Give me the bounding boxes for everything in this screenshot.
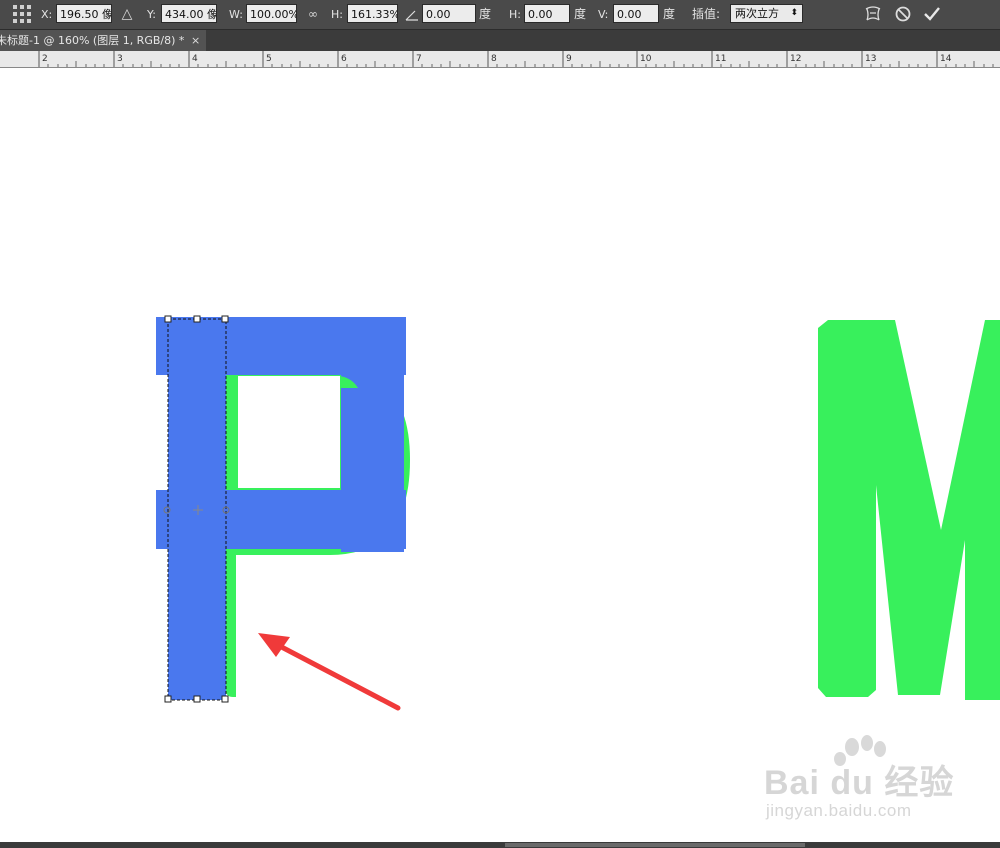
watermark-url: jingyan.baidu.com	[766, 801, 912, 820]
warp-icon[interactable]	[864, 0, 882, 29]
status-scrollbar-thumb[interactable]	[505, 843, 805, 847]
interp-label: 插值:	[692, 7, 721, 21]
link-icon[interactable]: ∞	[305, 0, 321, 29]
document-tab[interactable]: 未标题-1 @ 160% (图层 1, RGB/8) * ×	[0, 30, 206, 51]
ruler-label: 14	[940, 54, 952, 64]
ruler-label: 6	[341, 54, 347, 64]
ruler-label: 4	[192, 54, 198, 64]
red-arrow	[258, 633, 401, 711]
h-label: H:	[331, 8, 343, 21]
chevron-updown-icon: ⬍	[790, 8, 798, 18]
cancel-icon[interactable]	[895, 0, 913, 29]
skew-v-field[interactable]: 0.00	[613, 4, 659, 23]
y-field[interactable]: 434.00 像	[161, 4, 217, 23]
reference-point-grid-icon[interactable]	[12, 0, 34, 29]
ruler-label: 5	[266, 54, 272, 64]
skew-h-field[interactable]: 0.00	[524, 4, 570, 23]
green-letter-m	[818, 320, 1000, 700]
ruler-label: 9	[566, 54, 572, 64]
ruler-label: 8	[491, 54, 497, 64]
skew-h-label: H:	[509, 8, 521, 21]
w-label: W:	[229, 8, 243, 21]
options-bar: X: 196.50 像 △ Y: 434.00 像 W: 100.00% ∞ H…	[0, 0, 1000, 30]
angle-unit: 度	[479, 7, 492, 21]
skew-h-unit: 度	[574, 7, 587, 21]
canvas-artwork	[156, 315, 1000, 711]
angle-field[interactable]: 0.00	[422, 4, 476, 23]
x-label: X:	[41, 8, 53, 21]
status-bar	[0, 842, 1000, 848]
baidu-watermark: Bai du 经验 jingyan.baidu.com	[760, 735, 960, 830]
watermark-brand: Bai du 经验	[764, 764, 955, 802]
skew-v-unit: 度	[663, 7, 676, 21]
ruler-ticks: 2 3 4 5 6 7 8 9 10 11 12 13 14	[38, 51, 994, 67]
y-label: Y:	[147, 8, 156, 21]
delta-icon[interactable]: △	[119, 0, 135, 29]
x-field[interactable]: 196.50 像	[56, 4, 112, 23]
document-tab-title: 未标题-1 @ 160% (图层 1, RGB/8) *	[0, 34, 185, 47]
close-icon[interactable]: ×	[191, 30, 200, 51]
commit-icon[interactable]	[923, 0, 941, 29]
ruler-label: 7	[416, 54, 422, 64]
height-field[interactable]: 161.33%	[347, 4, 398, 23]
ruler-label: 13	[865, 54, 876, 64]
ruler-label: 11	[715, 54, 726, 64]
width-field[interactable]: 100.00%	[246, 4, 297, 23]
ruler-label: 2	[42, 54, 48, 64]
interpolation-select[interactable]: 两次立方 ⬍	[730, 4, 803, 23]
angle-icon	[405, 0, 421, 29]
document-tab-bar: 未标题-1 @ 160% (图层 1, RGB/8) * ×	[0, 30, 1000, 51]
ruler-label: 10	[640, 54, 652, 64]
ruler-label: 12	[790, 54, 801, 64]
document-canvas[interactable]: Bai du 经验 jingyan.baidu.com	[0, 68, 1000, 842]
skew-v-label: V:	[598, 8, 609, 21]
p-counter	[236, 376, 340, 488]
ruler-label: 3	[117, 54, 123, 64]
interpolation-value: 两次立方	[735, 7, 779, 20]
horizontal-ruler: 2 3 4 5 6 7 8 9 10 11 12 13 14	[0, 51, 1000, 68]
